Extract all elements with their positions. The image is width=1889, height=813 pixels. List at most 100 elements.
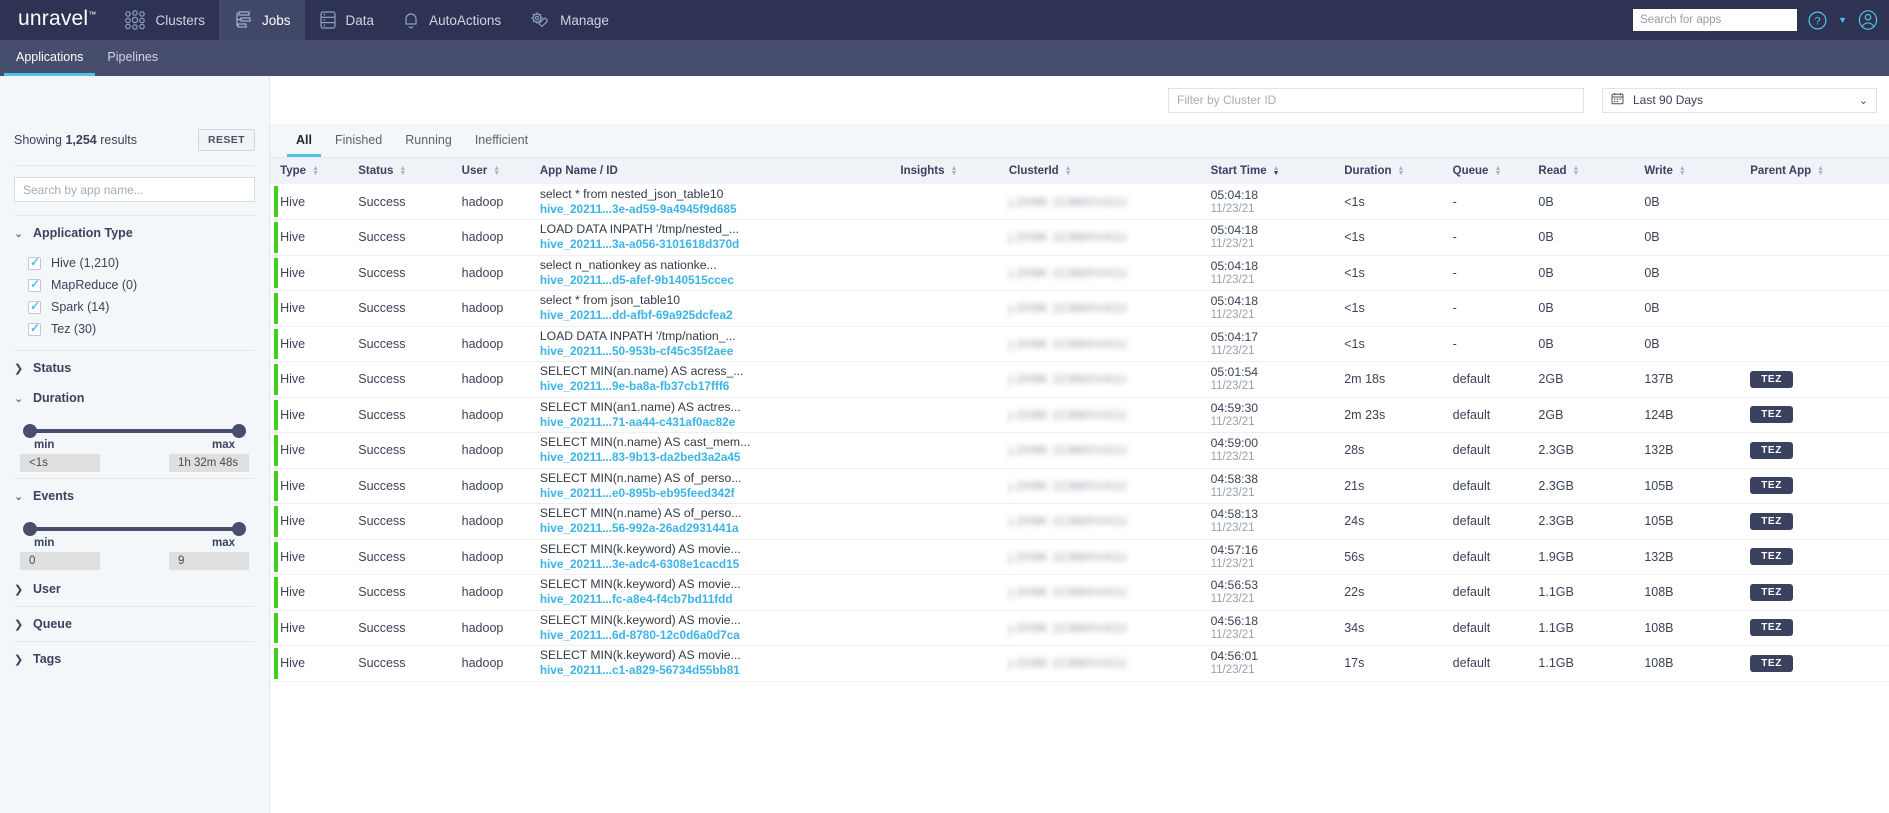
tab-all[interactable]: All: [287, 133, 321, 157]
chevron-down-icon[interactable]: ▼: [1838, 15, 1847, 25]
th-read[interactable]: Read ▲ ▼: [1538, 158, 1645, 184]
facet-option-hive[interactable]: Hive (1,210): [14, 252, 255, 274]
help-circle-icon[interactable]: ?: [1807, 10, 1828, 31]
table-row[interactable]: Hive Success hadoop SELECT MIN(k.keyword) A…: [270, 645, 1889, 682]
nav-item-clusters[interactable]: Clusters: [110, 0, 219, 40]
applications-table-wrapper[interactable]: Type ▲ ▼ Status ▲ ▼ User ▲ ▼ App Name / ID Ins…: [270, 158, 1889, 813]
facet-status-header[interactable]: ❯ Status: [14, 353, 255, 383]
parent-app-badge[interactable]: TEZ: [1750, 583, 1793, 601]
user-avatar-icon[interactable]: [1857, 9, 1879, 31]
th-insights[interactable]: Insights ▲ ▼: [900, 158, 1009, 184]
parent-app-badge[interactable]: TEZ: [1750, 477, 1793, 495]
app-id-link[interactable]: hive_20211...e0-895b-eb95feed342f: [540, 486, 901, 501]
cell-app-name-id[interactable]: SELECT MIN(n.name) AS of_perso... hive_20…: [539, 503, 901, 540]
app-id-link[interactable]: hive_20211...3e-ad59-9a4945f9d685: [540, 202, 901, 217]
duration-range-slider[interactable]: min max <1s 1h 32m 48s: [14, 413, 255, 476]
cell-app-name-id[interactable]: SELECT MIN(an.name) AS acress_... hive_20…: [539, 361, 901, 398]
app-id-link[interactable]: hive_20211...fc-a8e4-f4cb7bd11fdd: [540, 592, 901, 607]
facet-duration-header[interactable]: ⌄ Duration: [14, 383, 255, 413]
facet-tags-header[interactable]: ❯ Tags: [14, 644, 255, 674]
cell-app-name-id[interactable]: LOAD DATA INPATH '/tmp/nested_... hive_20…: [539, 219, 901, 256]
facet-application-type-header[interactable]: ⌄ Application Type: [14, 218, 255, 248]
cell-app-name-id[interactable]: select * from json_table10 hive_20211...d…: [539, 290, 901, 327]
facet-option-spark[interactable]: Spark (14): [14, 296, 255, 318]
sort-icon[interactable]: ▲ ▼: [493, 165, 500, 177]
cell-app-name-id[interactable]: SELECT MIN(n.name) AS of_perso... hive_20…: [539, 468, 901, 504]
table-row[interactable]: Hive Success hadoop select * from json_tabl…: [270, 290, 1889, 327]
th-start-time[interactable]: Start Time ▲ ▼: [1210, 158, 1345, 184]
sort-icon[interactable]: ▲ ▼: [312, 165, 319, 177]
cluster-id-filter-input[interactable]: [1168, 87, 1584, 113]
table-row[interactable]: Hive Success hadoop SELECT MIN(n.name) AS c…: [270, 432, 1889, 469]
cell-app-name-id[interactable]: SELECT MIN(k.keyword) AS movie... hive_20…: [539, 539, 901, 575]
duration-max-value[interactable]: 1h 32m 48s: [169, 454, 249, 472]
sort-icon[interactable]: ▲ ▼: [399, 165, 406, 177]
duration-slider-min-handle[interactable]: [23, 424, 37, 438]
subtab-pipelines[interactable]: Pipelines: [95, 40, 170, 76]
cell-app-name-id[interactable]: SELECT MIN(n.name) AS cast_mem... hive_20…: [539, 432, 901, 469]
table-row[interactable]: Hive Success hadoop LOAD DATA INPATH '/tmp/…: [270, 219, 1889, 256]
duration-min-value[interactable]: <1s: [20, 454, 100, 472]
nav-item-jobs[interactable]: Jobs: [219, 0, 305, 40]
app-id-link[interactable]: hive_20211...50-953b-cf45c35f2aee: [540, 344, 901, 359]
th-user[interactable]: User ▲ ▼: [461, 158, 540, 184]
table-row[interactable]: Hive Success hadoop select * from nested_js…: [270, 184, 1889, 220]
table-row[interactable]: Hive Success hadoop LOAD DATA INPATH '/tmp/…: [270, 326, 1889, 362]
checkbox-checked-icon[interactable]: [28, 321, 41, 336]
subtab-applications[interactable]: Applications: [4, 40, 96, 76]
cell-app-name-id[interactable]: SELECT MIN(an1.name) AS actres... hive_20…: [539, 397, 901, 433]
sort-icon[interactable]: ▲ ▼: [1398, 165, 1405, 177]
facet-user-header[interactable]: ❯ User: [14, 574, 255, 604]
app-id-link[interactable]: hive_20211...83-9b13-da2bed3a2a45: [540, 450, 901, 465]
sort-icon-desc-active[interactable]: ▲ ▼: [1273, 165, 1280, 177]
parent-app-badge[interactable]: TEZ: [1750, 548, 1793, 566]
cell-app-name-id[interactable]: SELECT MIN(k.keyword) AS movie... hive_20…: [539, 645, 901, 682]
facet-queue-header[interactable]: ❯ Queue: [14, 609, 255, 639]
th-write[interactable]: Write ▲ ▼: [1644, 158, 1751, 184]
th-duration[interactable]: Duration ▲ ▼: [1344, 158, 1453, 184]
events-range-slider[interactable]: min max 0 9: [14, 511, 255, 574]
th-clusterid[interactable]: ClusterId ▲ ▼: [1008, 158, 1211, 184]
sort-icon[interactable]: ▲ ▼: [1065, 165, 1072, 177]
cell-app-name-id[interactable]: SELECT MIN(k.keyword) AS movie... hive_20…: [539, 610, 901, 646]
events-max-value[interactable]: 9: [169, 552, 249, 570]
app-id-link[interactable]: hive_20211...dd-afbf-69a925dcfea2: [540, 308, 901, 323]
tab-inefficient[interactable]: Inefficient: [466, 133, 537, 157]
checkbox-checked-icon[interactable]: [28, 299, 41, 314]
facet-events-header[interactable]: ⌄ Events: [14, 481, 255, 511]
th-parent-app[interactable]: Parent App ▲ ▼: [1750, 158, 1889, 184]
app-id-link[interactable]: hive_20211...c1-a829-56734d55bb81: [540, 663, 901, 678]
parent-app-badge[interactable]: TEZ: [1750, 512, 1793, 530]
tab-finished[interactable]: Finished: [326, 133, 391, 157]
app-id-link[interactable]: hive_20211...d5-afef-9b140515ccec: [540, 273, 901, 288]
th-status[interactable]: Status ▲ ▼: [358, 158, 462, 184]
table-row[interactable]: Hive Success hadoop SELECT MIN(k.keyword) A…: [270, 539, 1889, 575]
app-logo[interactable]: unravel™: [0, 7, 110, 31]
tab-running[interactable]: Running: [396, 133, 461, 157]
app-id-link[interactable]: hive_20211...71-aa44-c431af0ac82e: [540, 415, 901, 430]
table-row[interactable]: Hive Success hadoop SELECT MIN(k.keyword) A…: [270, 610, 1889, 646]
app-id-link[interactable]: hive_20211...6d-8780-12c0d6a0d7ca: [540, 628, 901, 643]
search-apps-input[interactable]: [1633, 9, 1798, 31]
cell-app-name-id[interactable]: select * from nested_json_table10 hive_20…: [539, 184, 901, 220]
th-type[interactable]: Type ▲ ▼: [280, 158, 359, 184]
events-min-value[interactable]: 0: [20, 552, 100, 570]
table-row[interactable]: Hive Success hadoop select n_nationkey as n…: [270, 255, 1889, 291]
duration-slider-max-handle[interactable]: [232, 424, 246, 438]
sort-icon[interactable]: ▲ ▼: [1494, 165, 1501, 177]
sort-icon[interactable]: ▲ ▼: [1573, 165, 1580, 177]
th-queue[interactable]: Queue ▲ ▼: [1452, 158, 1539, 184]
facet-option-mapreduce[interactable]: MapReduce (0): [14, 274, 255, 296]
reset-filters-button[interactable]: RESET: [197, 129, 255, 151]
app-id-link[interactable]: hive_20211...3e-adc4-6308e1cacd15: [540, 557, 901, 572]
cell-app-name-id[interactable]: SELECT MIN(k.keyword) AS movie... hive_20…: [539, 574, 901, 611]
sort-icon[interactable]: ▲ ▼: [951, 165, 958, 177]
chevron-down-icon[interactable]: ⌄: [1859, 94, 1868, 107]
facet-option-tez[interactable]: Tez (30): [14, 318, 255, 340]
events-slider-max-handle[interactable]: [232, 522, 246, 536]
nav-item-data[interactable]: Data: [305, 0, 389, 40]
events-slider-min-handle[interactable]: [23, 522, 37, 536]
parent-app-badge[interactable]: TEZ: [1750, 406, 1793, 424]
table-row[interactable]: Hive Success hadoop SELECT MIN(n.name) AS o…: [270, 468, 1889, 504]
date-range-selector[interactable]: Last 90 Days ⌄: [1602, 87, 1877, 113]
